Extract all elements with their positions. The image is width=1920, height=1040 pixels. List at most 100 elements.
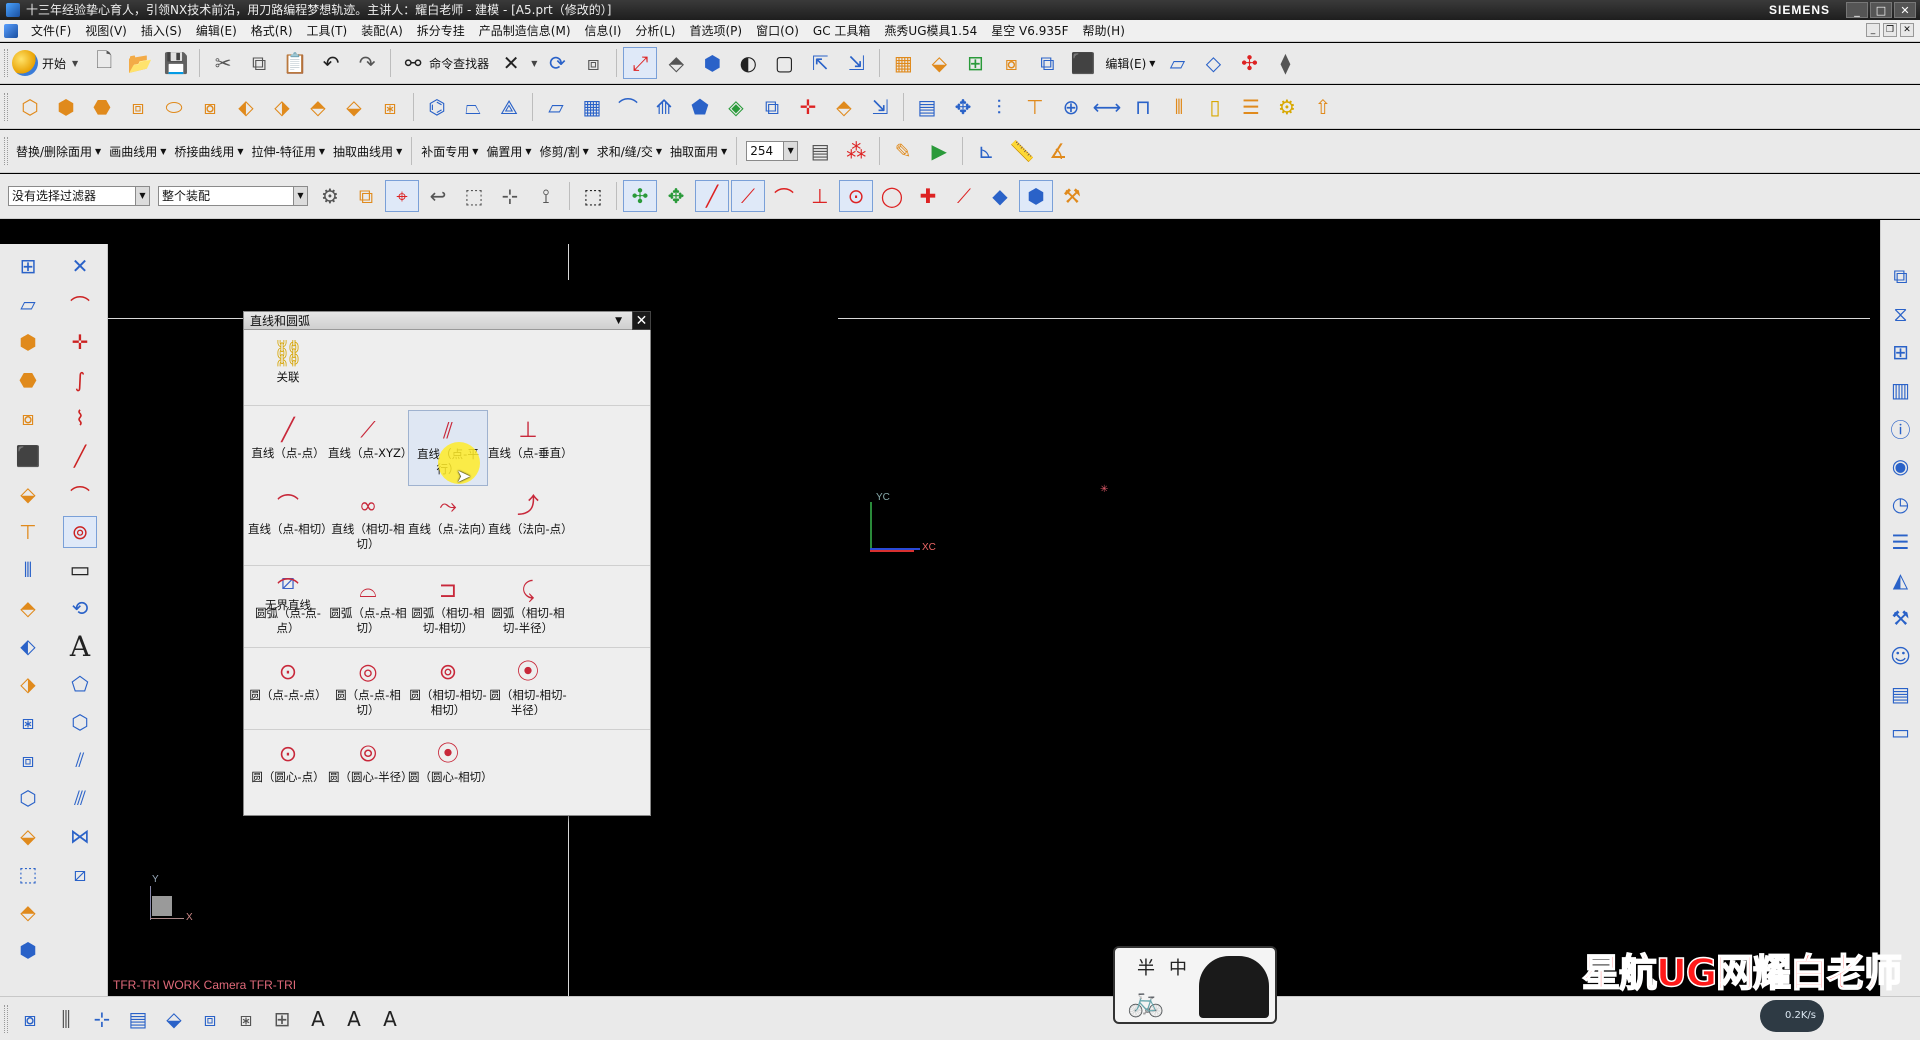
new-file-button[interactable]: 🗋 bbox=[87, 47, 121, 79]
mold-base-button[interactable]: ⫶ bbox=[982, 91, 1016, 123]
circle-center-radius-button[interactable]: ⦾ 圆（圆心-半径） bbox=[328, 734, 413, 810]
revolve-button[interactable]: ⬢ bbox=[49, 91, 83, 123]
layer-settings-button[interactable]: ⧈ bbox=[576, 47, 610, 79]
arc-tangent-tangent-radius-button[interactable]: ⤹ 圆弧（相切-相切-半径） bbox=[488, 570, 568, 646]
cone-button[interactable]: ⬖ bbox=[229, 91, 263, 123]
sheet-body-button[interactable]: ▱ bbox=[1160, 47, 1194, 79]
circle-center-tangent-button[interactable]: ⦿ 圆（圆心-相切） bbox=[408, 734, 493, 810]
rectangle-select-button[interactable]: ⬚ bbox=[576, 180, 610, 212]
trim-curve-button[interactable]: ✛ bbox=[63, 326, 97, 358]
bridge-curve-menu[interactable]: 桥接曲线用 ▼ bbox=[174, 143, 243, 160]
scale-body-button[interactable]: ⧈ bbox=[11, 744, 45, 776]
cylinder-button[interactable]: ⬭ bbox=[157, 91, 191, 123]
boolean-left-button[interactable]: ⧇ bbox=[11, 402, 45, 434]
replace-face-button[interactable]: ⬙ bbox=[11, 820, 45, 852]
toolbar-grip[interactable] bbox=[4, 137, 8, 165]
sphere-button[interactable]: ⬗ bbox=[265, 91, 299, 123]
bounded-plane-button[interactable]: ◈ bbox=[719, 91, 753, 123]
split-body-button[interactable]: ⬙ bbox=[337, 91, 371, 123]
line-point-normal-button[interactable]: ⤳ 直线（点-法向） bbox=[408, 486, 493, 562]
dialog-close-button[interactable]: ✕ bbox=[632, 311, 651, 330]
line-point-tangent-button[interactable]: ⌒ 直线（点-相切） bbox=[248, 486, 333, 562]
roles-icon[interactable]: ☺ bbox=[1885, 640, 1917, 672]
section-curve-button[interactable]: ⧄ bbox=[63, 858, 97, 890]
sew-button[interactable]: ⧉ bbox=[755, 91, 789, 123]
snap-enable-button[interactable]: ✣ bbox=[623, 180, 657, 212]
endpoint-snap-button[interactable]: ╱ bbox=[695, 180, 729, 212]
associative-toggle[interactable]: ⛓ 关联 bbox=[248, 334, 328, 410]
line-point-point-button[interactable]: ╱ 直线（点-点） bbox=[248, 410, 328, 486]
point-button[interactable]: ✕ bbox=[63, 250, 97, 282]
delete-face-button[interactable]: ⬚ bbox=[11, 858, 45, 890]
point-set-button[interactable]: ✛ bbox=[791, 91, 825, 123]
helix-button[interactable]: ⟲ bbox=[63, 592, 97, 624]
offset-menu[interactable]: 偏置用 ▼ bbox=[486, 143, 531, 160]
draft-left-button[interactable]: ⬖ bbox=[11, 630, 45, 662]
weld-symbol-button[interactable]: ⧆ bbox=[229, 1003, 263, 1035]
chamfer-button[interactable]: ⏢ bbox=[456, 91, 490, 123]
thicken-button[interactable]: ⫴ bbox=[11, 554, 45, 586]
history-icon[interactable]: ◉ bbox=[1885, 450, 1917, 482]
search-text-button[interactable]: A bbox=[337, 1003, 371, 1035]
assembly-scope-combo[interactable]: 整个装配 ▼ bbox=[158, 186, 308, 206]
gear-settings-button[interactable]: ⚙ bbox=[1270, 91, 1304, 123]
surface-finish-button[interactable]: ⬙ bbox=[157, 1003, 191, 1035]
ruler-button[interactable]: 📏 bbox=[1005, 135, 1039, 167]
cube-view-button[interactable]: ⬢ bbox=[1019, 180, 1053, 212]
through-curves-button[interactable]: ▱ bbox=[539, 91, 573, 123]
bridge-curve-button[interactable]: ⌒ bbox=[63, 288, 97, 320]
wcs-triad[interactable]: YC XC bbox=[858, 492, 938, 562]
slider-button[interactable]: ⊓ bbox=[1126, 91, 1160, 123]
draw-curve-menu[interactable]: 画曲线用 ▼ bbox=[109, 143, 166, 160]
copy-button[interactable]: ⧉ bbox=[242, 47, 276, 79]
select-face-button[interactable]: ⟟ bbox=[529, 180, 563, 212]
intersection-snap-button[interactable]: ⊥ bbox=[803, 180, 837, 212]
arc-button[interactable]: ⌒ bbox=[63, 478, 97, 510]
electrode-button[interactable]: ⬙ bbox=[922, 47, 956, 79]
trim-left-button[interactable]: ⬗ bbox=[11, 668, 45, 700]
line-normal-point-button[interactable]: ⤴ 直线（法向-点） bbox=[488, 486, 573, 562]
line-tangent-tangent-button[interactable]: ∞ 直线（相切-相切） bbox=[328, 486, 408, 562]
assembly-navigator-icon[interactable]: ⧉ bbox=[1885, 260, 1917, 292]
extract-curve-menu[interactable]: 抽取曲线用 ▼ bbox=[333, 143, 402, 160]
sprue-button[interactable]: ⊕ bbox=[1054, 91, 1088, 123]
component-button[interactable]: ⧉ bbox=[1030, 47, 1064, 79]
offset-left-button[interactable]: ⧆ bbox=[11, 706, 45, 738]
menu-help[interactable]: 帮助(H) bbox=[1076, 22, 1132, 39]
unite-sew-intersect-menu[interactable]: 求和/缝/交 ▼ bbox=[597, 143, 662, 160]
manufacturing-wizard-icon[interactable]: ⚒ bbox=[1885, 602, 1917, 634]
standard-part-button[interactable]: ⊤ bbox=[1018, 91, 1052, 123]
doc-close-button[interactable]: ✕ bbox=[1900, 23, 1914, 37]
measure-distance-button[interactable]: ⊾ bbox=[969, 135, 1003, 167]
quadrant-snap-button[interactable]: ◯ bbox=[875, 180, 909, 212]
work-layer-combo[interactable]: 254 ▼ bbox=[746, 141, 799, 161]
spline-button[interactable]: ⌇ bbox=[63, 402, 97, 434]
fillet-curve-button[interactable]: ∫ bbox=[63, 364, 97, 396]
edit-object-display-button[interactable]: ✎ bbox=[886, 135, 920, 167]
control-point-snap-button[interactable]: ⌒ bbox=[767, 180, 801, 212]
snap-point-button[interactable]: ⌖ bbox=[385, 180, 419, 212]
line-point-xyz-button[interactable]: ⟋ 直线（点-XYZ） bbox=[328, 410, 412, 486]
menu-split[interactable]: 拆分专挂 bbox=[410, 22, 472, 39]
draft-button[interactable]: ⟁ bbox=[492, 91, 526, 123]
project-curve-button[interactable]: ⫻ bbox=[63, 782, 97, 814]
wcs-origin-button[interactable]: ⇲ bbox=[839, 47, 873, 79]
studio-surface-button[interactable]: ⟰ bbox=[647, 91, 681, 123]
menu-file[interactable]: 文件(F) bbox=[24, 22, 78, 39]
sketch-button[interactable]: ⊞ bbox=[11, 250, 45, 282]
command-finder-button[interactable]: ⚯ 命令查找器 bbox=[400, 47, 489, 79]
patch-surface-menu[interactable]: 补面专用 ▼ bbox=[421, 143, 478, 160]
move-to-layer-button[interactable]: ⁂ bbox=[839, 135, 873, 167]
text-style-button[interactable]: A bbox=[301, 1003, 335, 1035]
block-left-button[interactable]: ⬛ bbox=[11, 440, 45, 472]
revolve-left-button[interactable]: ⬣ bbox=[11, 364, 45, 396]
menu-edit[interactable]: 编辑(E) bbox=[189, 22, 244, 39]
circle-3tangent-button[interactable]: ⊚ 圆（相切-相切-相切） bbox=[408, 652, 488, 728]
toolbar-grip[interactable] bbox=[4, 92, 8, 121]
mold-wizard-button[interactable]: ▦ bbox=[886, 47, 920, 79]
offset-face-button[interactable]: ⧆ bbox=[373, 91, 407, 123]
menu-insert[interactable]: 插入(S) bbox=[134, 22, 189, 39]
ejector-button[interactable]: ⫴ bbox=[1162, 91, 1196, 123]
tools-button[interactable]: ⚒ bbox=[1055, 180, 1089, 212]
part-family-button[interactable]: ⊞ bbox=[958, 47, 992, 79]
